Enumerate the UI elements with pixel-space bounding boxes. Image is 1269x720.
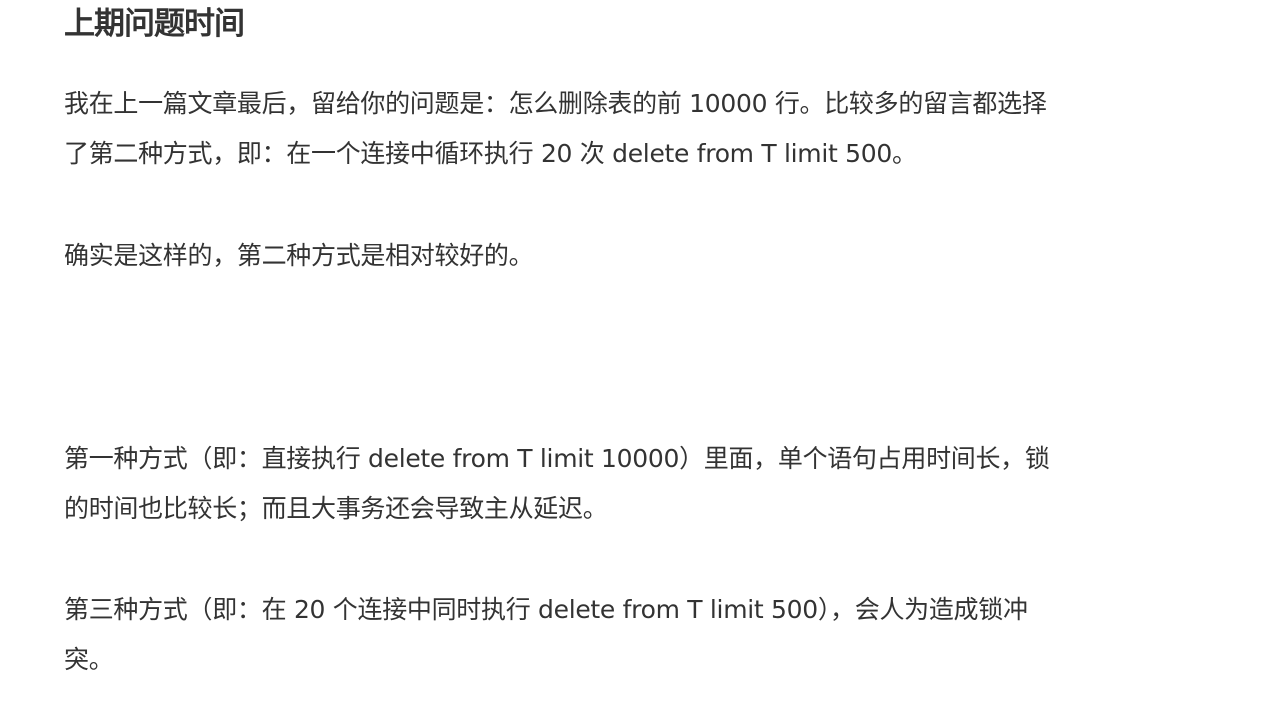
paragraph-1-line-2: 了第二种方式，即：在一个连接中循环执行 20 次 delete from T l… [64, 139, 917, 168]
paragraph-3-line-2: 的时间也比较长；而且大事务还会导致主从延迟。 [64, 494, 608, 523]
paragraph-1-line-1: 我在上一篇文章最后，留给你的问题是：怎么删除表的前 10000 行。比较多的留言… [64, 89, 1047, 118]
section-heading: 上期问题时间 [64, 6, 245, 42]
paragraph-3-line-1: 第一种方式（即：直接执行 delete from T limit 10000）里… [64, 444, 1050, 473]
paragraph-4-line-2: 突。 [64, 645, 114, 674]
paragraph-2-line-1: 确实是这样的，第二种方式是相对较好的。 [64, 241, 534, 270]
paragraph-4-line-1: 第三种方式（即：在 20 个连接中同时执行 delete from T limi… [64, 595, 1028, 624]
